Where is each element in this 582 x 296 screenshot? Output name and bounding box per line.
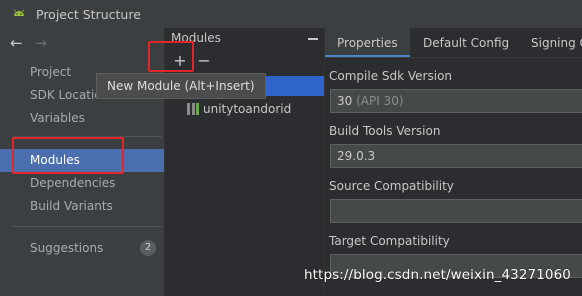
compile-sdk-label: Compile Sdk Version (329, 69, 453, 83)
nav-item-dependencies[interactable]: Dependencies (0, 172, 164, 195)
android-icon (14, 9, 24, 16)
back-arrow-icon[interactable]: ← (10, 34, 23, 52)
suggestions-count-badge: 2 (140, 240, 156, 256)
compile-sdk-field[interactable]: 30 (API 30) (330, 89, 582, 113)
title-bar: Project Structure (0, 0, 582, 28)
tab-properties[interactable]: Properties (325, 28, 410, 57)
minimize-icon[interactable] (308, 38, 318, 40)
nav-item-build-variants[interactable]: Build Variants (0, 195, 164, 218)
target-compat-label: Target Compatibility (329, 234, 450, 248)
nav-divider (12, 226, 162, 227)
watermark: https://blog.csdn.net/weixin_43271060 (304, 267, 571, 283)
suggestions-label: Suggestions (30, 241, 104, 255)
window-title: Project Structure (36, 6, 141, 22)
forward-arrow-icon[interactable]: → (35, 34, 48, 52)
properties-panel: Properties Default Config Signing C Comp… (324, 28, 582, 296)
nav-arrows: ← → (10, 34, 47, 52)
module-list-item[interactable]: unitytoandorid (187, 100, 291, 118)
module-name: unitytoandorid (203, 102, 292, 116)
source-compat-field[interactable] (330, 199, 582, 223)
new-module-tooltip: New Module (Alt+Insert) (96, 73, 266, 99)
remove-module-button[interactable]: − (195, 52, 213, 70)
source-compat-label: Source Compatibility (329, 179, 454, 193)
tab-signing-configs[interactable]: Signing C (531, 28, 582, 57)
module-icon (187, 103, 199, 115)
nav-item-suggestions[interactable]: Suggestions 2 (0, 237, 164, 260)
tab-default-config[interactable]: Default Config (423, 28, 509, 57)
add-button-highlight (148, 41, 194, 72)
build-tools-field[interactable]: 29.0.3 (330, 144, 582, 168)
properties-tabs: Properties Default Config Signing C (325, 28, 582, 58)
nav-item-variables[interactable]: Variables (0, 107, 164, 130)
compile-sdk-value: 30 (337, 94, 353, 108)
build-tools-label: Build Tools Version (329, 124, 441, 138)
compile-sdk-hint: (API 30) (356, 94, 404, 108)
modules-highlight (12, 137, 124, 174)
